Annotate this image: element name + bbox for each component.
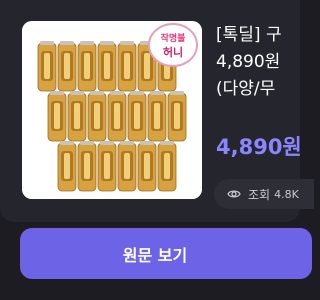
views-label: 조회 — [248, 187, 271, 202]
product-title[interactable]: [톡딜] 구 4,890원 (다양/무 — [216, 22, 300, 103]
can-image — [57, 41, 77, 92]
can-image — [147, 91, 167, 142]
views-count: 4.8K — [274, 187, 299, 201]
product-photo: 작명불 허니 — [22, 21, 202, 199]
can-image — [77, 141, 97, 192]
title-line: 4,890원 — [216, 52, 281, 72]
view-count-badge: 조회 4.8K — [214, 179, 314, 209]
can-image — [37, 41, 57, 92]
can-image — [117, 41, 137, 92]
can-image — [87, 91, 107, 142]
title-line: (다양/무 — [216, 79, 276, 99]
product-badge: 작명불 허니 — [148, 23, 198, 67]
can-image — [77, 41, 97, 92]
can-image — [157, 141, 177, 192]
can-image — [127, 91, 147, 142]
eye-icon — [227, 187, 241, 201]
title-line: [톡딜] 구 — [216, 25, 282, 45]
can-image — [67, 91, 87, 142]
badge-line2: 허니 — [163, 45, 183, 59]
product-card[interactable]: 작명불 허니 [톡딜] 구 4,890원 (다양/무 4,890원 조회 4.8… — [0, 0, 314, 222]
product-image[interactable]: 작명불 허니 — [22, 21, 202, 199]
can-image — [167, 91, 187, 142]
badge-line1: 작명불 — [161, 32, 186, 44]
can-image — [57, 141, 77, 192]
can-image — [137, 141, 157, 192]
view-original-label: 원문 보기 — [122, 245, 188, 265]
can-image — [107, 91, 127, 142]
can-image — [47, 91, 67, 142]
can-image — [97, 41, 117, 92]
can-image — [117, 141, 137, 192]
product-price: 4,890원 — [216, 135, 302, 159]
view-original-button[interactable]: 원문 보기 — [20, 228, 312, 279]
can-image — [97, 141, 117, 192]
